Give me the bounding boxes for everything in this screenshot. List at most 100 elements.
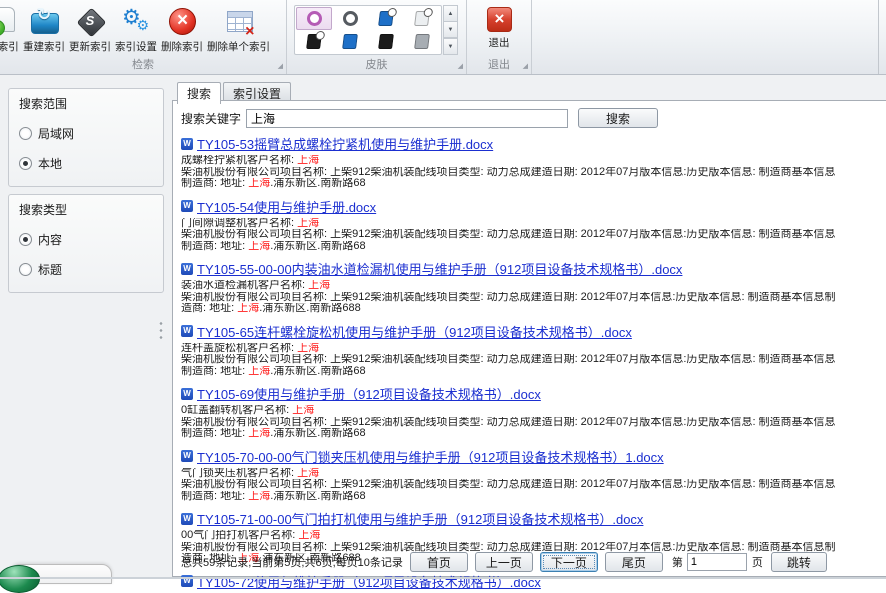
ribbon-group-exit-label: 退出 (467, 59, 531, 71)
ribbon-group-search-buttons: 建索引 重建索引 更新索引 索引设置 删除索引 删除单个索引 (0, 0, 286, 55)
skin-white-clock[interactable] (404, 7, 440, 30)
word-doc-icon: W (181, 200, 193, 212)
result-snippet: 气门锁夹压机客户名称: 上海柴油机股份有限公司项目名称: 上柴912柴油机装配线… (181, 468, 879, 503)
result-snippet: 门间隙调整机客户名称: 上海柴油机股份有限公司项目名称: 上柴912柴油机装配线… (181, 218, 879, 253)
radio-option-1-0[interactable]: 内容 (19, 231, 153, 248)
clock-badge-icon (423, 8, 433, 17)
result-title-link[interactable]: TY105-54使用与维护手册.docx (197, 197, 376, 216)
result-snippet-line: 柴油机股份有限公司项目名称: 上柴912柴油机装配线项目类型: 动力总成建造日期… (181, 292, 879, 304)
dialog-launcher-icon[interactable]: ◢ (458, 63, 463, 70)
gallery-more-icon[interactable]: ▼ (443, 38, 458, 55)
search-result: W TY105-55-00-00内装油水道检漏机使用与维护手册（912项目设备技… (181, 259, 879, 315)
tab-strip: 搜索索引设置 (172, 82, 886, 100)
last-page-button[interactable]: 尾页 (605, 552, 663, 572)
tab-1[interactable]: 索引设置 (223, 82, 291, 100)
result-snippet-line: 制造商: 地址: 上海.浦东新区.南新路68 (181, 178, 879, 190)
radio-option-1-1[interactable]: 标题 (19, 261, 153, 278)
tab-0[interactable]: 搜索 (177, 82, 221, 104)
next-page-button[interactable]: 下一页 (540, 552, 598, 572)
gallery-up-icon[interactable]: ▲ (443, 5, 458, 22)
result-title-link[interactable]: TY105-69使用与维护手册（912项目设备技术规格书）.docx (197, 384, 541, 403)
delete-index-button[interactable]: 删除索引 (159, 4, 205, 55)
search-result: W TY105-69使用与维护手册（912项目设备技术规格书）.docx 0缸盖… (181, 384, 879, 440)
pagination-bar: 总共59条记录,当前第5页,共6页,每页10条记录 首页 上一页 下一页 尾页 … (181, 552, 827, 572)
sidebar-group: 搜索类型 内容 标题 (8, 194, 164, 293)
search-input[interactable] (246, 109, 568, 128)
highlighted-keyword: 上海 (248, 428, 270, 439)
skin-blue-icon (342, 34, 358, 49)
client-area: 搜索范围 局域网 本地 搜索类型 内容 标题 搜索索引设置 搜索关键字 搜索 W… (0, 75, 886, 579)
result-snippet-line: 气门锁夹压机客户名称: 上海 (181, 468, 879, 480)
result-title-link[interactable]: TY105-55-00-00内装油水道检漏机使用与维护手册（912项目设备技术规… (197, 259, 682, 278)
ribbon-group-exit: 退出 退出 ◢ (467, 0, 532, 74)
splitter-grip[interactable] (159, 320, 163, 342)
result-snippet-line: 柴油机股份有限公司项目名称: 上柴912柴油机装配线项目类型: 动力总成建造日期… (181, 229, 879, 241)
pagination-summary: 总共59条记录,当前第5页,共6页,每页10条记录 (181, 554, 403, 570)
first-page-button[interactable]: 首页 (410, 552, 468, 572)
radio-option-0-0[interactable]: 局域网 (19, 125, 153, 142)
rebuild-index-icon (28, 5, 60, 37)
skin-gallery (294, 5, 442, 55)
radio-icon (19, 127, 32, 140)
new-index-button[interactable]: 建索引 (0, 4, 21, 55)
highlighted-keyword: 上海 (308, 280, 330, 291)
index-settings-button[interactable]: 索引设置 (113, 4, 159, 55)
search-keyword-label: 搜索关键字 (181, 110, 241, 127)
skin-black[interactable] (368, 30, 404, 53)
delete-single-icon (223, 5, 255, 37)
skin-blue-clock[interactable] (368, 7, 404, 30)
radio-icon (19, 157, 32, 170)
result-snippet-line: 0缸盖翻转机客户名称: 上海 (181, 405, 879, 417)
sidebar-group-title: 搜索类型 (19, 201, 153, 218)
result-title-link[interactable]: TY105-53摇臂总成螺栓拧紧机使用与维护手册.docx (197, 134, 493, 153)
search-tab-content: 搜索关键字 搜索 W TY105-53摇臂总成螺栓拧紧机使用与维护手册.docx… (172, 100, 886, 577)
result-snippet-line: 制造商: 地址: 上海.浦东新区.南新路68 (181, 428, 879, 440)
highlighted-keyword: 上海 (297, 218, 319, 229)
exit-icon (483, 5, 515, 33)
result-snippet-line: 门间隙调整机客户名称: 上海 (181, 218, 879, 230)
skin-blue[interactable] (332, 30, 368, 53)
skin-gray-icon (414, 34, 430, 49)
rebuild-index-button[interactable]: 重建索引 (21, 4, 67, 55)
gallery-down-icon[interactable]: ▼ (443, 22, 458, 38)
search-button[interactable]: 搜索 (578, 108, 658, 128)
skin-gray[interactable] (404, 30, 440, 53)
delete-single-button[interactable]: 删除单个索引 (205, 4, 272, 55)
result-title-link[interactable]: TY105-70-00-00气门锁夹压机使用与维护手册（912项目设备技术规格书… (197, 447, 664, 466)
green-ball-icon[interactable] (0, 565, 40, 593)
sidebar: 搜索范围 局域网 本地 搜索类型 内容 标题 (8, 88, 164, 300)
result-title-link[interactable]: TY105-72使用与维护手册（912项目设备技术规格书）.docx (197, 572, 541, 591)
update-index-button[interactable]: 更新索引 (67, 4, 113, 55)
ribbon-group-skin-label: 皮肤 (287, 59, 466, 71)
prev-page-button[interactable]: 上一页 (475, 552, 533, 572)
result-snippet-line: 柴油机股份有限公司项目名称: 上柴912柴油机装配线项目类型: 动力总成建造日期… (181, 167, 879, 179)
skin-black-icon (378, 34, 394, 49)
highlighted-keyword: 上海 (297, 468, 319, 479)
result-snippet: 连杆盖旋松机客户名称: 上海柴油机股份有限公司项目名称: 上柴912柴油机装配线… (181, 343, 879, 378)
result-snippet: 0缸盖翻转机客户名称: 上海柴油机股份有限公司项目名称: 上柴912柴油机装配线… (181, 405, 879, 440)
page-number-input[interactable] (687, 553, 747, 571)
result-snippet-line: 柴油机股份有限公司项目名称: 上柴912柴油机装配线项目类型: 动力总成建造日期… (181, 417, 879, 429)
highlighted-keyword: 上海 (297, 343, 319, 354)
result-title-link[interactable]: TY105-65连杆螺栓旋松机使用与维护手册（912项目设备技术规格书）.doc… (197, 322, 632, 341)
result-snippet-line: 制造商: 地址: 上海.浦东新区.南新路68 (181, 366, 879, 378)
dialog-launcher-icon[interactable]: ◢ (278, 63, 283, 70)
word-doc-icon: W (181, 263, 193, 275)
search-result: W TY105-65连杆螺栓旋松机使用与维护手册（912项目设备技术规格书）.d… (181, 322, 879, 378)
highlighted-keyword: 上海 (297, 155, 319, 166)
skin-black-clock[interactable] (296, 30, 332, 53)
radio-option-0-1[interactable]: 本地 (19, 155, 153, 172)
radio-icon (19, 263, 32, 276)
exit-button[interactable]: 退出 (475, 5, 523, 50)
dialog-launcher-icon[interactable]: ◢ (523, 63, 528, 70)
result-snippet-line: 成螺栓拧紧机客户名称: 上海 (181, 155, 879, 167)
search-result: W TY105-72使用与维护手册（912项目设备技术规格书）.docx (181, 572, 879, 591)
skin-purple-ring[interactable] (296, 7, 332, 30)
main-panel: 搜索索引设置 搜索关键字 搜索 W TY105-53摇臂总成螺栓拧紧机使用与维护… (172, 82, 886, 577)
skin-dark-ring[interactable] (332, 7, 368, 30)
jump-button[interactable]: 跳转 (771, 552, 827, 572)
word-doc-icon: W (181, 388, 193, 400)
result-snippet: 装油水道检漏机客户名称: 上海柴油机股份有限公司项目名称: 上柴912柴油机装配… (181, 280, 879, 315)
index-settings-icon (120, 5, 152, 37)
result-title-link[interactable]: TY105-71-00-00气门拍打机使用与维护手册（912项目设备技术规格书）… (197, 509, 643, 528)
